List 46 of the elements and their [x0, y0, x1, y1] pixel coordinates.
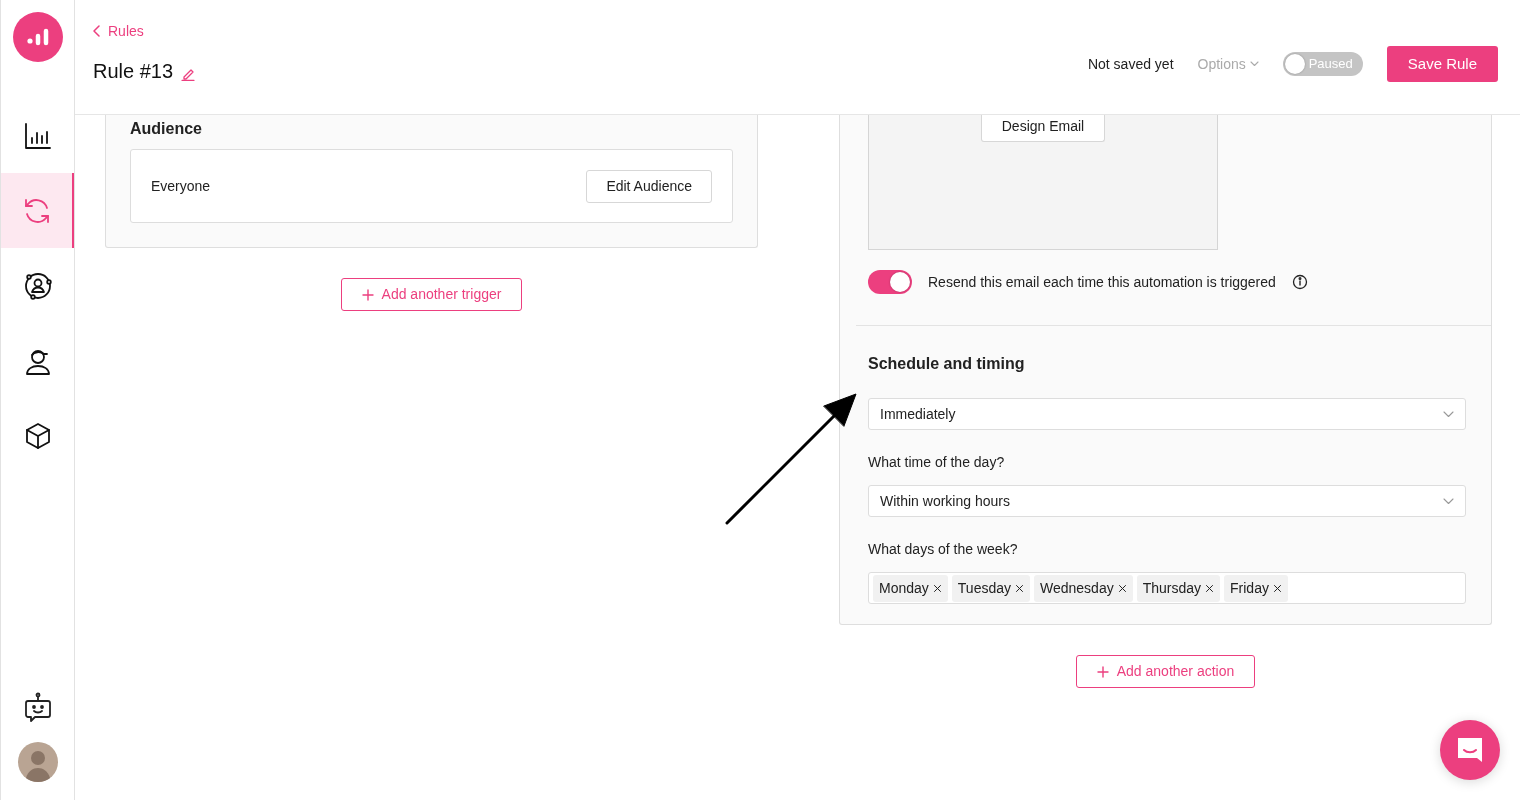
save-button[interactable]: Save Rule [1386, 45, 1498, 83]
day-tag: Monday [873, 574, 948, 602]
section-title: Schedule and timing [868, 354, 1026, 374]
chart-icon [22, 120, 53, 151]
plus-icon [1096, 665, 1109, 678]
info-icon [1291, 274, 1308, 290]
options-dropdown[interactable]: Options [1197, 53, 1259, 75]
plus-icon [361, 288, 374, 301]
avatar[interactable] [17, 742, 58, 782]
chevron-down-icon [1443, 410, 1454, 418]
chevron-left-icon [93, 25, 100, 37]
toggle-label: Resend this email each time this automation is triggered [928, 272, 1276, 292]
select-value: Within working hours [880, 491, 1010, 511]
audience-value: Everyone [151, 176, 211, 196]
toggle-switch[interactable] [868, 270, 912, 294]
day-tag: Thursday [1136, 574, 1221, 602]
edit-audience-button[interactable]: Edit Audience [586, 169, 712, 203]
day-tag: Friday [1224, 574, 1288, 602]
remove-icon[interactable] [1117, 583, 1127, 593]
day-tag: Tuesday [951, 574, 1030, 602]
design-email-button[interactable]: Design Email [980, 115, 1106, 142]
remove-icon[interactable] [1205, 583, 1215, 593]
remove-icon[interactable] [1272, 583, 1282, 593]
section-title: Audience [130, 119, 203, 139]
chatbot-icon[interactable] [22, 692, 53, 724]
time-select[interactable]: Within working hours [868, 485, 1466, 517]
field-label: What time of the day? [868, 453, 1006, 472]
remove-icon[interactable] [932, 583, 942, 593]
field-label: What days of the week? [868, 540, 1019, 559]
back-link[interactable]: Rules [93, 20, 196, 42]
chevron-down-icon [1249, 61, 1259, 67]
logo-icon [12, 12, 63, 62]
chat-icon [1455, 735, 1485, 765]
user-circle-icon [22, 270, 53, 301]
save-status: Not saved yet [1087, 54, 1174, 74]
timing-select[interactable]: Immediately [868, 398, 1466, 430]
add-trigger-button[interactable]: Add another trigger [340, 278, 523, 311]
chevron-down-icon [1443, 497, 1454, 505]
toggle-label: Paused [1308, 55, 1353, 74]
chat-launcher[interactable] [1440, 720, 1500, 780]
add-action-button[interactable]: Add another action [1075, 655, 1256, 688]
rule-title: Rule #13 [93, 58, 174, 84]
day-tag: Wednesday [1034, 574, 1133, 602]
days-field[interactable]: Monday Tuesday Wednesday Thursday Friday [868, 572, 1466, 604]
remove-icon[interactable] [1015, 583, 1024, 593]
select-value: Immediately [880, 404, 956, 424]
